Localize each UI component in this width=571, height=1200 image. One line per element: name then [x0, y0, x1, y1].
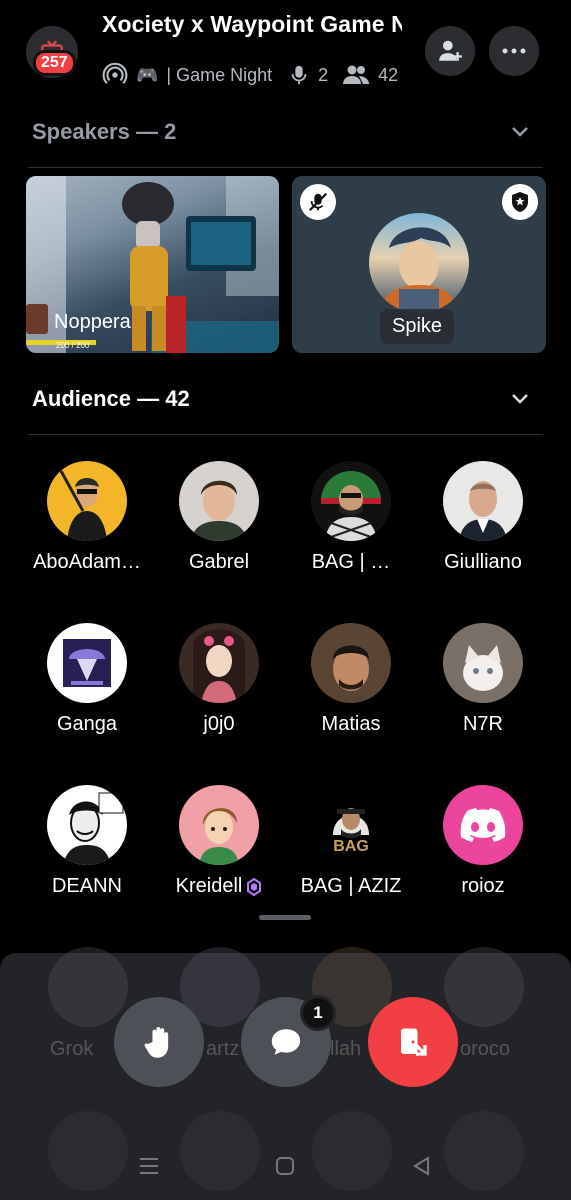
speaker-name: Noppera: [54, 311, 131, 333]
member-name: Matias: [321, 713, 381, 735]
back-nav-icon[interactable]: [410, 1155, 432, 1177]
speakers-heading: Speakers — 2: [32, 119, 177, 144]
avatar: [443, 785, 523, 865]
audience-member[interactable]: BAG | …: [286, 461, 416, 574]
member-name: Ganga: [56, 713, 118, 735]
avatar: [48, 1111, 128, 1191]
member-name: N7R: [462, 713, 503, 735]
stage-subtitle: 🎮 | Game Night 2 42: [102, 62, 398, 88]
audience-member[interactable]: N7R: [418, 623, 548, 736]
avatar: [179, 623, 259, 703]
avatar: [179, 461, 259, 541]
avatar: [47, 785, 127, 865]
stage-icon: [102, 62, 128, 84]
avatar: [311, 623, 391, 703]
listener-count: 42: [378, 64, 399, 85]
audience-member[interactable]: Ganga: [22, 623, 152, 736]
notification-badge: 257: [33, 50, 76, 76]
stage-title: Xociety x Waypoint Game Night: [102, 11, 402, 37]
avatar: BAG: [311, 785, 391, 865]
audience-member[interactable]: Gabrel: [154, 461, 284, 574]
people-icon: [343, 65, 370, 84]
avatar: [312, 1111, 392, 1191]
more-icon: [502, 48, 526, 54]
member-name-label: Kreidell: [175, 875, 243, 897]
audience-member[interactable]: Matias: [286, 623, 416, 736]
member-name: j0j0: [203, 713, 235, 735]
avatar: [311, 461, 391, 541]
invite-icon: [439, 40, 462, 61]
home-nav-icon[interactable]: [274, 1155, 296, 1177]
svg-text:BAG: BAG: [333, 838, 369, 855]
leave-icon: [401, 1028, 427, 1056]
chevron-down-icon[interactable]: [510, 388, 530, 408]
member-name: AboAdam…: [33, 551, 141, 573]
member-name: roioz: [461, 875, 505, 897]
moderator-icon: [502, 184, 538, 220]
member-name: BAG | AZIZ: [300, 875, 402, 897]
member-name: artz: [206, 1038, 240, 1060]
avatar: [48, 947, 128, 1027]
avatar: [444, 1111, 524, 1191]
audience-member[interactable]: j0j0: [154, 623, 284, 736]
nitro-gem-icon: [247, 877, 262, 896]
audience-member[interactable]: DEANN: [22, 785, 152, 898]
member-name: Gabrel: [188, 551, 250, 573]
channel-name: | Game Night: [166, 64, 273, 85]
drag-handle[interactable]: [259, 915, 311, 920]
member-name: Kreidell: [176, 875, 263, 898]
menu-nav-icon[interactable]: [138, 1155, 160, 1177]
speaker-tile-spike[interactable]: Spike: [292, 176, 546, 353]
avatar: [443, 461, 523, 541]
chevron-down-icon[interactable]: [510, 121, 530, 141]
avatar: [180, 1111, 260, 1191]
audience-member[interactable]: AboAdam…: [22, 461, 152, 574]
audience-member[interactable]: Kreidell: [154, 785, 284, 898]
audience-member[interactable]: roioz: [418, 785, 548, 898]
member-name: DEANN: [51, 875, 122, 897]
member-name: BAG | …: [311, 551, 391, 573]
avatar: [179, 785, 259, 865]
speaker-count: 2: [318, 64, 329, 85]
audience-member[interactable]: Giulliano: [418, 461, 548, 574]
mute-icon: [300, 184, 336, 220]
raise-hand-button[interactable]: [114, 997, 204, 1087]
raise-hand-icon: [144, 1026, 169, 1058]
audience-member[interactable]: BAG BAG | AZIZ: [286, 785, 416, 898]
leave-stage-button[interactable]: [368, 997, 458, 1087]
avatar: [47, 623, 127, 703]
member-name: Grok: [50, 1038, 94, 1060]
more-options-button[interactable]: [489, 26, 539, 76]
avatar: [444, 947, 524, 1027]
member-name: oroco: [460, 1038, 511, 1060]
avatar: [443, 623, 523, 703]
audience-divider: [28, 434, 543, 435]
mic-icon: [291, 65, 307, 85]
hud-text: 200 / 200: [56, 341, 90, 350]
member-name: Giulliano: [444, 551, 522, 573]
audience-heading: Audience — 42: [32, 386, 190, 411]
chat-icon: [271, 1029, 301, 1055]
channel-emoji: 🎮: [136, 64, 159, 85]
speakers-divider: [28, 167, 543, 168]
avatar: [47, 461, 127, 541]
speaker-tile-noppera[interactable]: 200 / 200 Noppera: [26, 176, 279, 353]
speaker-name: Spike: [380, 309, 455, 344]
member-name: llah: [330, 1038, 362, 1060]
avatar: [369, 213, 469, 313]
chat-unread-badge: 1: [300, 995, 336, 1031]
controls-panel: Grok artz llah oroco 1: [0, 947, 571, 1200]
discord-logo-icon: [460, 808, 506, 842]
invite-button[interactable]: [425, 26, 475, 76]
